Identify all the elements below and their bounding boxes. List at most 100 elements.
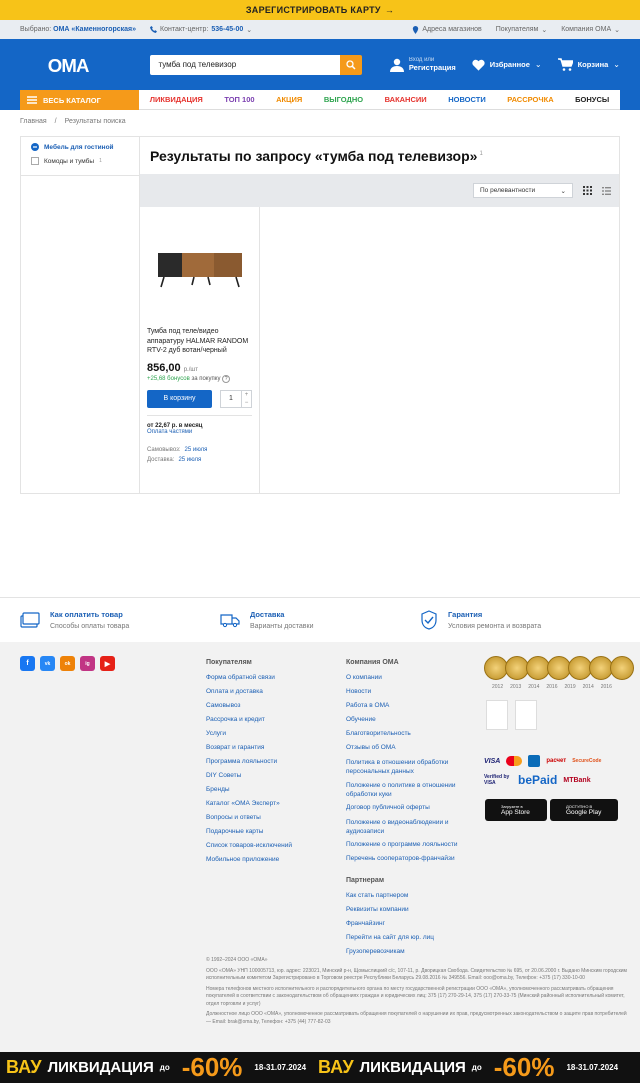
search-button[interactable] (339, 54, 362, 75)
product-card[interactable]: Тумба под теле/видео аппаратуру HALMAR R… (140, 207, 260, 494)
banner-liquidation: ЛИКВИДАЦИЯ (47, 1059, 154, 1076)
instagram-icon[interactable]: ig (80, 656, 95, 671)
nav-item[interactable]: БОНУСЫ (575, 95, 609, 104)
footer-link-buyers[interactable]: Возврат и гарантия (206, 744, 292, 758)
feature-warranty[interactable]: Гарантия Условия ремонта и возврата (420, 598, 620, 642)
app-store-button[interactable]: Загрузите в App Store (485, 799, 547, 821)
filter-subcategory[interactable]: Комоды и тумбы 1 (21, 151, 140, 176)
grid-view-icon[interactable] (583, 186, 592, 195)
main-header: ОМА Вход илиРегистрация Избранное ⌄ Корзи… (0, 39, 640, 90)
footer-link-company[interactable]: О компании (346, 674, 462, 688)
footer-link-partners[interactable]: Реквизиты компании (346, 906, 462, 920)
contact-phone[interactable]: 536-45-00 (211, 26, 243, 33)
filter-category-active[interactable]: Мебель для гостиной (21, 137, 140, 151)
quantity-input[interactable]: 1 (220, 389, 242, 408)
footer: f vk ok ig ▶ Покупателям Форма обратной … (0, 642, 640, 1052)
footer-link-company[interactable]: Отзывы об ОМА (346, 744, 462, 758)
product-image[interactable] (140, 207, 259, 327)
search-input[interactable] (150, 54, 340, 75)
footer-link-buyers[interactable]: Рассрочка и кредит (206, 716, 292, 730)
nav-item[interactable]: ВАКАНСИИ (385, 95, 427, 104)
checkbox-icon[interactable] (31, 157, 39, 165)
feature-payment[interactable]: Как оплатить товар Способы оплаты товара (20, 598, 220, 642)
footer-link-partners[interactable]: Перейти на сайт для юр. лиц (346, 934, 462, 948)
breadcrumb-home[interactable]: Главная (20, 118, 47, 125)
footer-link-buyers[interactable]: Список товаров-исключений (206, 842, 292, 856)
footer-link-partners[interactable]: Как стать партнером (346, 892, 462, 906)
delivery-date[interactable]: 25 июля (178, 457, 201, 463)
certificate-image[interactable] (486, 700, 508, 730)
bonus-line: +25,68 бонусов за покупку ? (140, 374, 259, 384)
footer-link-company[interactable]: Перечень сооператоров-франчайзи (346, 855, 462, 869)
truck-icon (220, 614, 240, 628)
product-name[interactable]: Тумба под теле/видео аппаратуру HALMAR R… (140, 327, 259, 356)
vk-icon[interactable]: vk (40, 656, 55, 671)
installment-block: от 22,67 р. в месяц Оплата частями (147, 414, 252, 435)
sort-select[interactable]: По релевантности ⌄ (473, 183, 573, 198)
filter-count: 1 (99, 158, 102, 164)
nav-item[interactable]: ВЫГОДНО (324, 95, 363, 104)
facebook-icon[interactable]: f (20, 656, 35, 671)
nav-item[interactable]: РАССРОЧКА (507, 95, 553, 104)
nav-item[interactable]: АКЦИЯ (276, 95, 302, 104)
filter-sidebar: Мебель для гостиной Комоды и тумбы 1 (20, 136, 140, 494)
pickup-date[interactable]: 25 июля (185, 447, 208, 453)
footer-link-partners[interactable]: Франчайзинг (346, 920, 462, 934)
certificate-image[interactable] (515, 700, 537, 730)
youtube-icon[interactable]: ▶ (100, 656, 115, 671)
footer-link-buyers[interactable]: Услуги (206, 730, 292, 744)
footer-link-company[interactable]: Обучение (346, 716, 462, 730)
nav-item[interactable]: ТОП 100 (224, 95, 254, 104)
footer-link-buyers[interactable]: Программа лояльности (206, 758, 292, 772)
google-play-button[interactable]: ДОСТУПНО В Google Play (550, 799, 618, 821)
footer-link-company[interactable]: Работа в ОМА (346, 702, 462, 716)
footer-link-buyers[interactable]: Самовывоз (206, 702, 292, 716)
footer-link-buyers[interactable]: Каталог «ОМА Эксперт» (206, 800, 292, 814)
catalog-label: ВЕСЬ КАТАЛОГ (43, 95, 101, 105)
login-block[interactable]: Вход или Регистрация (389, 57, 456, 72)
page-title-text: Результаты по запросу «тумба под телевиз… (150, 148, 478, 164)
footer-link-company[interactable]: Договор публичной оферты (346, 804, 462, 818)
footer-buyers-col: Покупателям Форма обратной связи Оплата и… (206, 659, 292, 870)
list-view-icon[interactable] (602, 186, 611, 195)
nav-bar: ВЕСЬ КАТАЛОГ ЛИКВИДАЦИЯ ТОП 100 АКЦИЯ ВЫГОД… (0, 90, 640, 110)
add-to-cart-button[interactable]: В корзину (147, 389, 212, 408)
buyers-menu[interactable]: Покупателям ⌄ (496, 26, 547, 34)
odnoklassniki-icon[interactable]: ok (60, 656, 75, 671)
phone-block: Контакт-центр: 536-45-00 ⌄ (150, 26, 252, 34)
catalog-button[interactable]: ВЕСЬ КАТАЛОГ (20, 90, 139, 110)
footer-link-company[interactable]: Положение о программе лояльности (346, 841, 462, 855)
nav-item[interactable]: ЛИКВИДАЦИЯ (150, 95, 203, 104)
nav-item[interactable]: НОВОСТИ (448, 95, 486, 104)
decrement-icon[interactable]: − (245, 400, 249, 406)
cart-link[interactable]: Корзина ⌄ (557, 58, 620, 71)
pickup-label: Самовывоз: (147, 446, 181, 453)
footer-link-buyers[interactable]: DIY Советы (206, 772, 292, 786)
footer-link-company[interactable]: Новости (346, 688, 462, 702)
register-link[interactable]: Регистрация (409, 63, 456, 72)
liquidation-banner[interactable]: × ВАУЛИКВИДАЦИЯдо-60%18-31.07.2024ВАУЛИК… (0, 1052, 640, 1083)
register-card-banner[interactable]: ЗАРЕГИСТРИРОВАТЬ КАРТУ → (0, 0, 640, 20)
feature-delivery[interactable]: Доставка Варианты доставки (220, 598, 420, 642)
selected-store-link[interactable]: ОМА «Каменногорская» (53, 26, 136, 33)
footer-link-buyers[interactable]: Форма обратной связи (206, 674, 292, 688)
footer-link-buyers[interactable]: Оплата и доставка (206, 688, 292, 702)
breadcrumb-separator: / (54, 118, 57, 125)
footer-link-company[interactable]: Положение о политике в отношении обработ… (346, 781, 462, 804)
app-store-label: App Store (501, 809, 530, 816)
legal-paragraph: © 1992–2024 ООО «ОМА» (206, 957, 268, 963)
oma-logo[interactable]: ОМА (42, 53, 94, 77)
store-addresses-link[interactable]: Адреса магазинов (412, 25, 482, 34)
banner-upto: до (471, 1063, 482, 1072)
footer-link-buyers[interactable]: Мобильное приложение (206, 856, 292, 870)
info-icon[interactable]: ? (222, 374, 231, 383)
company-menu[interactable]: Компания ОМА ⌄ (561, 26, 620, 34)
footer-link-buyers[interactable]: Подарочные карты (206, 828, 292, 842)
increment-icon[interactable]: + (245, 392, 249, 398)
favorites-link[interactable]: Избранное ⌄ (472, 59, 542, 71)
footer-link-buyers[interactable]: Вопросы и ответы (206, 814, 292, 828)
footer-link-company[interactable]: Положение о видеонаблюдении и аудиозапис… (346, 818, 462, 841)
footer-link-company[interactable]: Политика в отношении обработки персональ… (346, 758, 462, 781)
footer-link-buyers[interactable]: Бренды (206, 786, 292, 800)
footer-link-company[interactable]: Благотворительность (346, 730, 462, 744)
